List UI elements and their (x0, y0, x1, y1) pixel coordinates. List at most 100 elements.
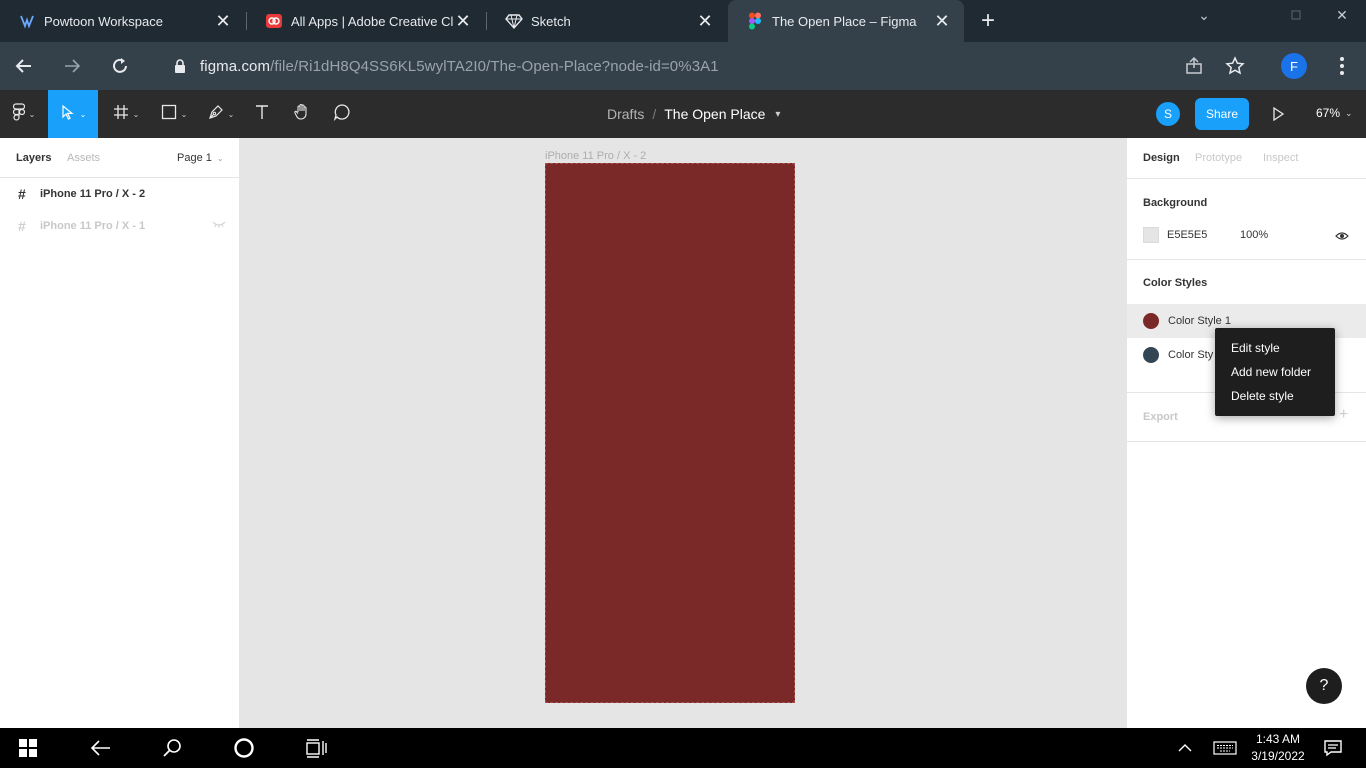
tab-figma[interactable]: The Open Place – Figma ✕ (728, 0, 964, 42)
layer-name: iPhone 11 Pro / X - 2 (40, 188, 146, 200)
browser-menu-icon[interactable] (1330, 54, 1354, 78)
layer-row[interactable]: # iPhone 11 Pro / X - 1 (0, 211, 240, 241)
frame-label[interactable]: iPhone 11 Pro / X - 2 (545, 150, 646, 162)
back-icon[interactable] (10, 52, 38, 80)
help-button[interactable]: ? (1306, 668, 1342, 704)
new-tab-button[interactable]: + (975, 7, 1001, 34)
close-tab-icon[interactable]: ✕ (213, 11, 233, 31)
sketch-diamond-icon (505, 12, 523, 30)
text-tool[interactable] (246, 90, 278, 138)
comment-tool[interactable] (326, 90, 358, 138)
chevron-down-icon[interactable]: ▾ (775, 109, 780, 120)
file-breadcrumb: Drafts / The Open Place ▾ (607, 90, 780, 138)
add-export-icon[interactable]: + (1339, 406, 1348, 424)
color-style-swatch (1143, 347, 1159, 363)
hand-icon (293, 103, 311, 126)
tab-inspect[interactable]: Inspect (1263, 152, 1298, 164)
properties-panel: Design Prototype Inspect Background E5E5… (1126, 138, 1366, 728)
tab-title: Sketch (531, 13, 571, 29)
page-selector[interactable]: Page 1 ⌄ (177, 152, 224, 164)
reload-icon[interactable] (106, 52, 134, 80)
notification-center-icon[interactable] (1310, 728, 1356, 768)
frame-hash-icon: # (18, 186, 26, 202)
back-arrow-icon[interactable] (76, 728, 124, 768)
chevron-down-icon: ⌄ (79, 109, 87, 119)
tab-title: Powtoon Workspace (44, 13, 163, 29)
url-field[interactable]: figma.com/file/Ri1dH8Q4SS6KL5wylTA2I0/Th… (158, 48, 1264, 84)
close-tab-icon[interactable]: ✕ (695, 11, 715, 31)
tab-powtoon[interactable]: Powtoon Workspace ✕ (0, 0, 245, 42)
background-color-swatch[interactable] (1143, 227, 1159, 243)
task-view-icon[interactable] (292, 728, 340, 768)
iphone-frame[interactable] (545, 163, 795, 703)
background-opacity-value[interactable]: 100% (1240, 229, 1268, 241)
color-style-swatch (1143, 313, 1159, 329)
color-style-context-menu: Edit style Add new folder Delete style (1215, 328, 1335, 416)
color-style-name: Color Style 1 (1168, 315, 1231, 327)
url-text: figma.com/file/Ri1dH8Q4SS6KL5wylTA2I0/Th… (200, 58, 719, 75)
shape-tool[interactable]: ⌄ (152, 90, 196, 138)
close-tab-icon[interactable]: ✕ (453, 11, 473, 31)
powtoon-icon (18, 12, 36, 30)
tab-title: The Open Place – Figma (772, 13, 917, 29)
browser-profile-avatar[interactable]: F (1281, 53, 1307, 79)
chevron-down-icon: ⌄ (28, 109, 36, 119)
cortana-circle-icon[interactable] (220, 728, 268, 768)
tab-sketch[interactable]: Sketch ✕ (487, 0, 727, 42)
visibility-eye-icon[interactable] (1335, 228, 1349, 246)
right-panel-tabs: Design Prototype Inspect (1127, 138, 1366, 179)
bookmark-star-icon[interactable] (1221, 52, 1249, 80)
clock-date: 3/19/2022 (1251, 749, 1305, 763)
layer-row[interactable]: # iPhone 11 Pro / X - 2 (0, 179, 240, 209)
background-section-title: Background (1143, 197, 1208, 209)
cursor-arrow-icon (60, 104, 76, 125)
pen-tool[interactable]: ⌄ (199, 90, 243, 138)
forward-icon[interactable] (58, 52, 86, 80)
clock-time: 1:43 AM (1255, 732, 1301, 746)
menu-item-edit-style[interactable]: Edit style (1215, 336, 1335, 360)
url-path: /file/Ri1dH8Q4SS6KL5wylTA2I0/The-Open-Pl… (270, 57, 719, 75)
tab-adobe[interactable]: All Apps | Adobe Creative Clou ✕ (247, 0, 485, 42)
share-button[interactable]: Share (1195, 98, 1249, 130)
move-tool[interactable]: ⌄ (48, 90, 98, 138)
browser-tab-bar: Powtoon Workspace ✕ All Apps | Adobe Cre… (0, 0, 1366, 42)
chevron-down-icon: ⌄ (180, 109, 188, 119)
chevron-down-icon: ⌄ (132, 109, 140, 119)
chevron-down-icon: ⌄ (216, 153, 224, 163)
export-section-title: Export (1143, 411, 1178, 423)
tab-assets[interactable]: Assets (67, 152, 100, 164)
canvas[interactable]: iPhone 11 Pro / X - 2 (240, 138, 1126, 728)
file-name[interactable]: The Open Place (664, 106, 765, 122)
zoom-menu[interactable]: 67% ⌄ (1316, 106, 1353, 120)
pen-icon (208, 104, 224, 125)
url-host: figma.com (200, 57, 271, 75)
comment-bubble-icon (333, 103, 351, 126)
share-page-icon[interactable] (1180, 52, 1208, 80)
windows-start-icon[interactable] (4, 728, 52, 768)
menu-item-delete-style[interactable]: Delete style (1215, 384, 1335, 408)
background-hex-value[interactable]: E5E5E5 (1167, 229, 1207, 241)
system-clock[interactable]: 1:43 AM 3/19/2022 (1250, 731, 1306, 765)
search-icon[interactable] (148, 728, 196, 768)
minimize-icon[interactable] (1273, 4, 1319, 26)
left-panel-tabs: Layers Assets Page 1 ⌄ (0, 138, 239, 178)
figma-main-menu[interactable]: ⌄ (0, 90, 48, 138)
tab-layers[interactable]: Layers (16, 152, 51, 164)
collaborator-avatar[interactable]: S (1156, 102, 1180, 126)
present-play-icon[interactable] (1268, 104, 1288, 124)
tab-search-chevron-icon[interactable]: ⌄ (1181, 4, 1227, 26)
frame-tool[interactable]: ⌄ (104, 90, 148, 138)
breadcrumb-drafts[interactable]: Drafts (607, 106, 644, 122)
close-window-icon[interactable]: ✕ (1319, 4, 1365, 26)
menu-item-add-new-folder[interactable]: Add new folder (1215, 360, 1335, 384)
hidden-eye-icon[interactable] (212, 219, 226, 232)
close-tab-icon[interactable]: ✕ (932, 11, 952, 31)
tab-design[interactable]: Design (1143, 152, 1180, 164)
keyboard-icon[interactable] (1202, 728, 1248, 768)
figma-logo-icon (12, 102, 25, 126)
lock-icon[interactable] (172, 59, 188, 73)
chevron-down-icon: ⌄ (227, 109, 235, 119)
page-name: Page 1 (177, 152, 212, 164)
tab-prototype[interactable]: Prototype (1195, 152, 1242, 164)
hand-tool[interactable] (286, 90, 318, 138)
